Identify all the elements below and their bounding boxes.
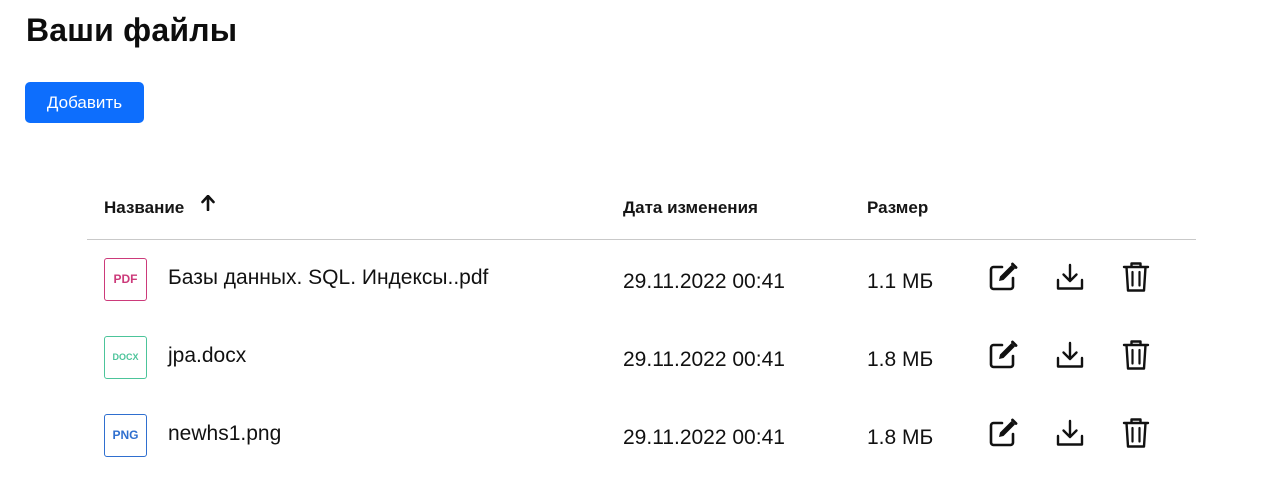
edit-button[interactable] [985,337,1021,373]
download-button[interactable] [1052,415,1088,451]
download-icon [1056,419,1084,446]
edit-button[interactable] [985,415,1021,451]
files-table: Название Дата изменения Размер PDF Базы … [87,185,1196,474]
file-modified-date: 29.11.2022 00:41 [623,348,785,371]
table-row: DOCX jpa.docx 29.11.2022 00:41 1.8 МБ [87,318,1196,396]
file-name[interactable]: jpa.docx [168,342,246,370]
trash-icon [1122,340,1150,370]
trash-icon [1122,418,1150,448]
table-header: Название Дата изменения Размер [87,185,1196,240]
file-type-icon: PDF [104,258,147,301]
file-size: 1.8 МБ [867,426,934,449]
page-title: Ваши файлы [26,12,238,48]
file-size: 1.8 МБ [867,348,934,371]
download-button[interactable] [1052,259,1088,295]
file-name[interactable]: newhs1.png [168,420,281,448]
edit-icon [989,340,1018,369]
edit-icon [989,418,1018,447]
download-icon [1056,341,1084,368]
table-row: PDF Базы данных. SQL. Индексы..pdf 29.11… [87,240,1196,318]
edit-icon [989,262,1018,291]
files-page: Ваши файлы Добавить Название Дата измене… [0,0,1280,501]
column-header-name[interactable]: Название [104,194,215,220]
table-row: PNG newhs1.png 29.11.2022 00:41 1.8 МБ [87,396,1196,474]
file-type-icon: DOCX [104,336,147,379]
arrow-up-icon [201,194,215,217]
table-body: PDF Базы данных. SQL. Индексы..pdf 29.11… [87,240,1196,474]
column-header-size[interactable]: Размер [867,197,928,219]
add-file-button[interactable]: Добавить [25,82,144,123]
file-modified-date: 29.11.2022 00:41 [623,426,785,449]
column-header-modified[interactable]: Дата изменения [623,197,758,219]
delete-button[interactable] [1118,337,1154,373]
file-name[interactable]: Базы данных. SQL. Индексы..pdf [168,264,488,292]
download-button[interactable] [1052,337,1088,373]
edit-button[interactable] [985,259,1021,295]
delete-button[interactable] [1118,415,1154,451]
file-type-icon: PNG [104,414,147,457]
column-header-name-label: Название [104,198,185,217]
file-modified-date: 29.11.2022 00:41 [623,270,785,293]
delete-button[interactable] [1118,259,1154,295]
file-size: 1.1 МБ [867,270,934,293]
download-icon [1056,263,1084,290]
trash-icon [1122,262,1150,292]
